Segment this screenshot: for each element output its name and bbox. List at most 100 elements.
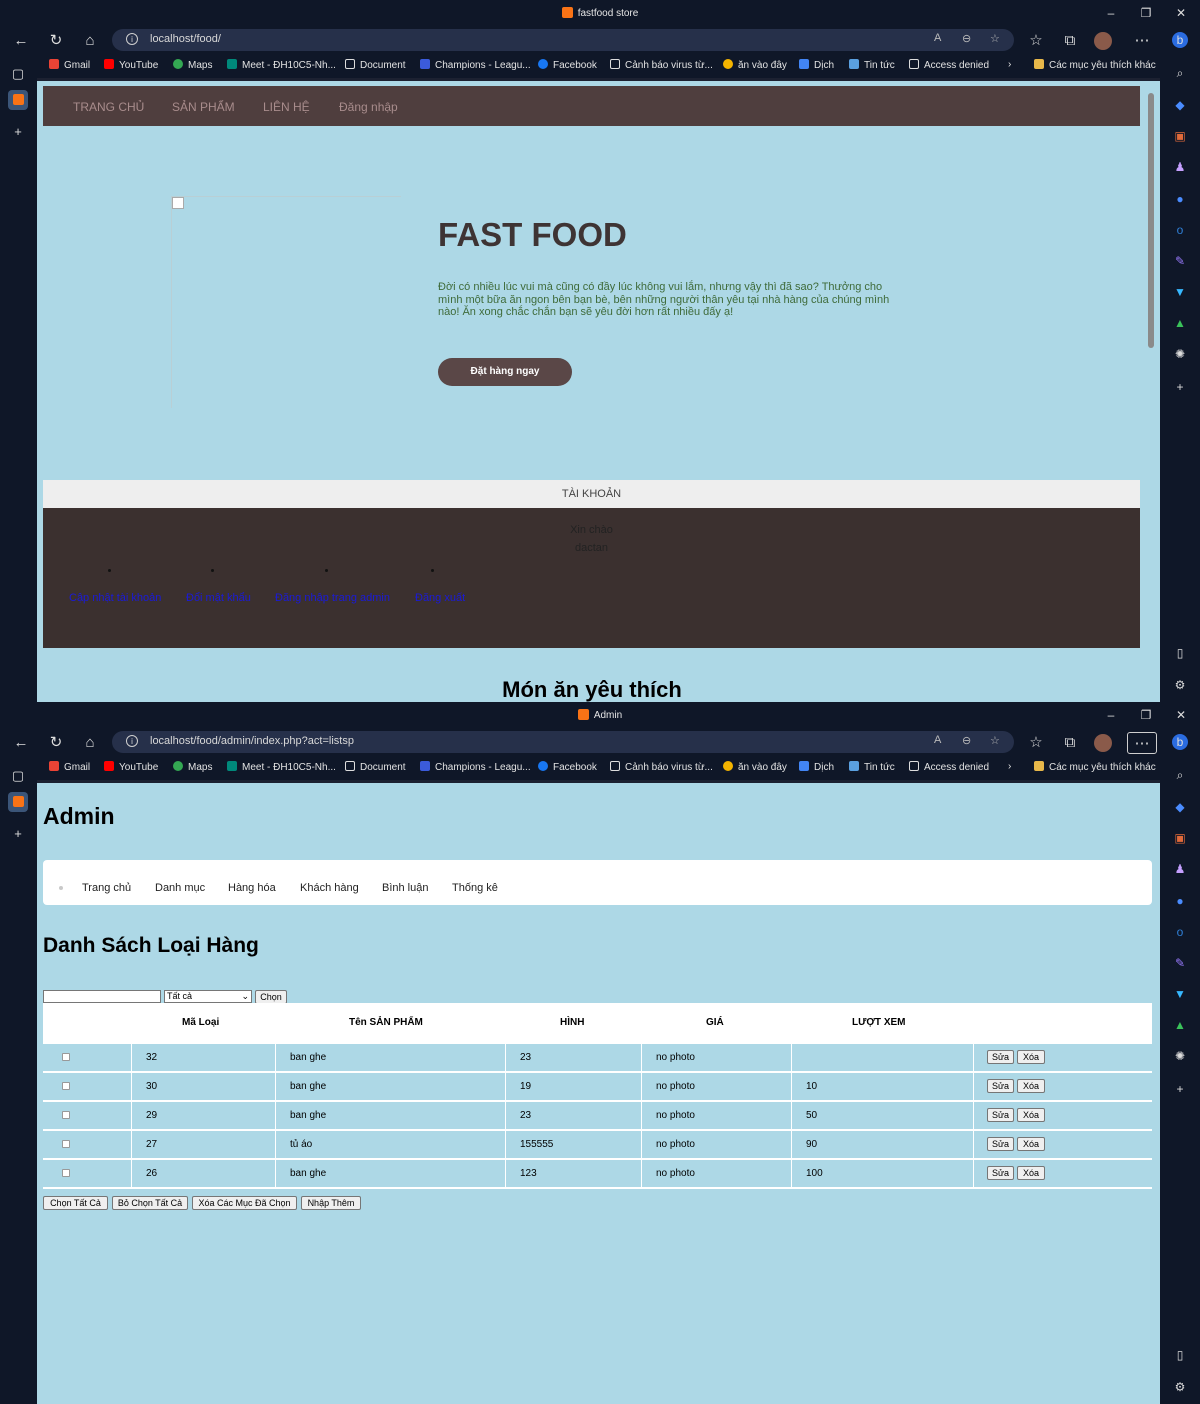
shopping-icon[interactable]: ◆	[1172, 799, 1188, 815]
bookmarks-overflow-icon[interactable]: ›	[1008, 59, 1011, 70]
designer-icon[interactable]: ✎	[1172, 955, 1188, 971]
bookmark-maps[interactable]: Maps	[173, 761, 212, 773]
delete-button[interactable]: Xóa	[1017, 1050, 1045, 1064]
bookmark-virus[interactable]: Cảnh báo virus từ...	[610, 59, 713, 71]
nav-home[interactable]: TRANG CHỦ	[73, 100, 144, 114]
favorite-add-icon[interactable]: ☆	[990, 32, 1000, 45]
zoom-icon[interactable]: ⊖	[962, 734, 971, 747]
page-scrollbar[interactable]	[1144, 81, 1160, 702]
row-checkbox[interactable]	[62, 1140, 70, 1148]
chatgpt-icon[interactable]: ✺	[1172, 346, 1188, 362]
microsoft365-icon[interactable]: ●	[1172, 191, 1188, 207]
bookmark-dich[interactable]: Dịch	[799, 761, 834, 773]
add-sidebar-icon[interactable]: +	[1172, 1081, 1188, 1097]
favorites-icon[interactable]: ☆	[1025, 732, 1047, 754]
bookmark-facebook[interactable]: Facebook	[538, 761, 597, 773]
outlook-icon[interactable]: o	[1172, 222, 1188, 238]
row-checkbox[interactable]	[62, 1169, 70, 1177]
edit-button[interactable]: Sửa	[987, 1079, 1014, 1093]
chatgpt-icon[interactable]: ✺	[1172, 1048, 1188, 1064]
menu-comments[interactable]: Bình luận	[382, 882, 428, 894]
back-icon[interactable]: ←	[10, 30, 32, 52]
admin-login-link[interactable]: Đăng nhập trang admin	[275, 592, 390, 604]
minimize-icon[interactable]: –	[1096, 705, 1126, 725]
tools-icon[interactable]: ▣	[1172, 830, 1188, 846]
bookmark-tin-tuc[interactable]: Tin tức	[849, 761, 895, 773]
tree-icon[interactable]: ▲	[1172, 315, 1188, 331]
drop-icon[interactable]: ▼	[1172, 986, 1188, 1002]
search-icon[interactable]: ⌕	[1172, 65, 1188, 81]
bookmark-youtube[interactable]: YouTube	[104, 59, 158, 71]
bookmark-document[interactable]: Document	[345, 59, 406, 71]
avatar[interactable]	[1094, 734, 1112, 752]
address-bar[interactable]: i localhost/food/admin/index.php?act=lis…	[112, 731, 1014, 753]
bookmark-meet[interactable]: Meet - ĐH10C5-Nh...	[227, 761, 336, 773]
minimize-icon[interactable]: –	[1096, 3, 1126, 23]
copilot-icon[interactable]: b	[1172, 32, 1188, 48]
menu-customers[interactable]: Khách hàng	[300, 882, 359, 894]
edit-button[interactable]: Sửa	[987, 1137, 1014, 1151]
edit-button[interactable]: Sửa	[987, 1050, 1014, 1064]
tab-xampp[interactable]	[8, 90, 28, 110]
more-menu-icon[interactable]: ⋯	[1131, 30, 1153, 52]
microsoft365-icon[interactable]: ●	[1172, 893, 1188, 909]
bookmark-other[interactable]: Các mục yêu thích khác	[1034, 59, 1156, 71]
scrollbar-thumb[interactable]	[1148, 93, 1154, 348]
favorites-icon[interactable]: ☆	[1025, 30, 1047, 52]
bookmark-an-vao-day[interactable]: ăn vào đây	[723, 59, 787, 71]
designer-icon[interactable]: ✎	[1172, 253, 1188, 269]
bookmark-youtube[interactable]: YouTube	[104, 761, 158, 773]
logout-link[interactable]: Đăng xuất	[415, 592, 465, 604]
bookmark-access-denied[interactable]: Access denied	[909, 761, 989, 773]
menu-home[interactable]: Trang chủ	[82, 882, 131, 894]
copilot-icon[interactable]: b	[1172, 734, 1188, 750]
search-input[interactable]	[43, 990, 161, 1003]
menu-products[interactable]: Hàng hóa	[228, 882, 276, 894]
home-icon[interactable]: ⌂	[79, 732, 101, 754]
bookmark-gmail[interactable]: Gmail	[49, 59, 90, 71]
info-icon[interactable]: i	[126, 33, 138, 45]
delete-button[interactable]: Xóa	[1017, 1108, 1045, 1122]
avatar[interactable]	[1094, 32, 1112, 50]
deselect-all-button[interactable]: Bỏ Chọn Tất Cả	[112, 1196, 188, 1210]
delete-button[interactable]: Xóa	[1017, 1079, 1045, 1093]
refresh-icon[interactable]: ↻	[45, 732, 67, 754]
read-aloud-icon[interactable]: A	[934, 734, 941, 746]
bookmarks-overflow-icon[interactable]: ›	[1008, 761, 1011, 772]
bookmark-other[interactable]: Các mục yêu thích khác	[1034, 761, 1156, 773]
settings-icon[interactable]: ⚙	[1172, 677, 1188, 693]
search-icon[interactable]: ⌕	[1172, 767, 1188, 783]
refresh-icon[interactable]: ↻	[45, 30, 67, 52]
split-screen-icon[interactable]: ▯	[1172, 1347, 1188, 1363]
close-icon[interactable]: ✕	[1166, 3, 1196, 23]
tab-actions-icon[interactable]: ▢	[8, 64, 28, 84]
more-menu-icon[interactable]: ⋯	[1127, 732, 1157, 754]
bookmark-an-vao-day[interactable]: ăn vào đây	[723, 761, 787, 773]
bookmark-tin-tuc[interactable]: Tin tức	[849, 59, 895, 71]
new-tab-icon[interactable]: +	[8, 824, 28, 844]
bookmark-dich[interactable]: Dịch	[799, 59, 834, 71]
tree-icon[interactable]: ▲	[1172, 1017, 1188, 1033]
nav-contact[interactable]: LIÊN HỆ	[263, 100, 310, 114]
close-icon[interactable]: ✕	[1166, 705, 1196, 725]
update-account-link[interactable]: Cập nhật tài khoản	[69, 592, 161, 604]
restore-icon[interactable]: ❐	[1131, 705, 1161, 725]
games-icon[interactable]: ♟	[1172, 861, 1188, 877]
bookmark-champions[interactable]: Champions - Leagu...	[420, 761, 531, 773]
row-checkbox[interactable]	[62, 1111, 70, 1119]
menu-statistics[interactable]: Thống kê	[452, 882, 498, 894]
category-select[interactable]: Tất cả ⌄	[164, 990, 252, 1003]
tab-xampp[interactable]	[8, 792, 28, 812]
tools-icon[interactable]: ▣	[1172, 128, 1188, 144]
bookmark-champions[interactable]: Champions - Leagu...	[420, 59, 531, 71]
select-all-button[interactable]: Chọn Tất Cả	[43, 1196, 108, 1210]
nav-products[interactable]: SẢN PHẨM	[172, 100, 235, 114]
info-icon[interactable]: i	[126, 735, 138, 747]
tab-actions-icon[interactable]: ▢	[8, 766, 28, 786]
delete-button[interactable]: Xóa	[1017, 1166, 1045, 1180]
outlook-icon[interactable]: o	[1172, 924, 1188, 940]
menu-categories[interactable]: Danh mục	[155, 882, 205, 894]
delete-selected-button[interactable]: Xóa Các Mục Đã Chọn	[192, 1196, 297, 1210]
add-new-button[interactable]: Nhập Thêm	[301, 1196, 361, 1210]
bookmark-facebook[interactable]: Facebook	[538, 59, 597, 71]
